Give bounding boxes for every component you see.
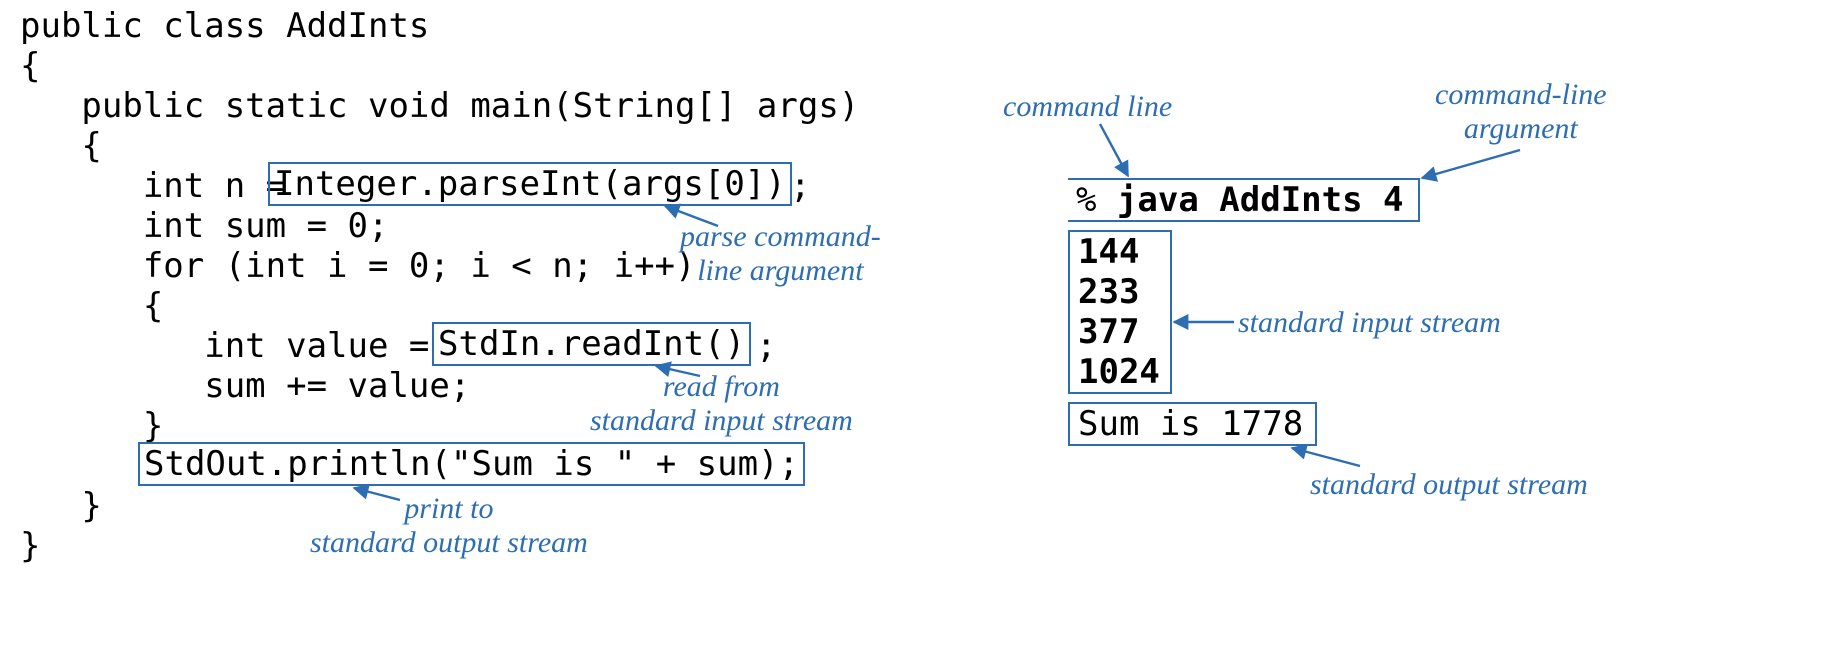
- annotation-read-stdin: read from standard input stream: [590, 370, 853, 438]
- stdout-box: Sum is 1778: [1068, 402, 1317, 446]
- code-line-8: {: [20, 286, 163, 326]
- boxed-parse-call: Integer.parseInt(args[0]): [268, 162, 792, 206]
- boxed-parse-text: Integer.parseInt(args[0]): [274, 164, 786, 204]
- stdin-value-0: 144: [1070, 232, 1170, 272]
- code-line-7: for (int i = 0; i < n; i++): [20, 246, 696, 286]
- arrow-stdout-stream: [1292, 448, 1360, 466]
- annotation-command-line: command line: [1003, 90, 1172, 124]
- boxed-println-call: StdOut.println("Sum is " + sum);: [138, 442, 805, 486]
- annotation-print-stdout: print to standard output stream: [310, 492, 588, 560]
- annotation-cmdline-argument: command-line argument: [1435, 78, 1607, 146]
- boxed-println-text: StdOut.println("Sum is " + sum);: [144, 444, 799, 484]
- boxed-readint-text: StdIn.readInt(): [438, 324, 745, 364]
- code-line-5-prefix: int n =: [20, 166, 307, 206]
- code-line-9-suffix: ;: [756, 326, 776, 366]
- code-line-14: }: [20, 526, 40, 566]
- code-line-9-prefix: int value =: [20, 326, 450, 366]
- code-line-11: }: [20, 406, 163, 446]
- code-line-10: sum += value;: [20, 366, 470, 406]
- code-line-6: int sum = 0;: [20, 206, 388, 246]
- command-line-box: % java AddInts 4: [1068, 178, 1420, 222]
- code-line-2: {: [20, 46, 40, 86]
- code-line-3: public static void main(String[] args): [20, 86, 859, 126]
- arrow-cmdline-argument: [1422, 150, 1520, 178]
- stdin-value-3: 1024: [1070, 352, 1170, 392]
- terminal-command: java AddInts 4: [1117, 180, 1404, 220]
- annotation-stdin-stream: standard input stream: [1238, 306, 1501, 340]
- diagram-stage: public class AddInts { public static voi…: [0, 0, 1824, 654]
- annotation-parse-cmdline: parse command- line argument: [680, 220, 881, 288]
- stdout-text: Sum is 1778: [1078, 404, 1303, 444]
- terminal-prompt: %: [1076, 180, 1117, 220]
- stdin-value-1: 233: [1070, 272, 1170, 312]
- stdin-box: 144 233 377 1024: [1068, 230, 1172, 394]
- code-line-13: }: [20, 486, 102, 526]
- annotation-stdout-stream: standard output stream: [1310, 468, 1588, 502]
- arrow-command-line: [1100, 124, 1128, 176]
- code-line-1: public class AddInts: [20, 6, 429, 46]
- code-line-5-suffix: ;: [790, 166, 810, 206]
- stdin-value-2: 377: [1070, 312, 1170, 352]
- boxed-readint-call: StdIn.readInt(): [432, 322, 751, 366]
- code-line-4: {: [20, 126, 102, 166]
